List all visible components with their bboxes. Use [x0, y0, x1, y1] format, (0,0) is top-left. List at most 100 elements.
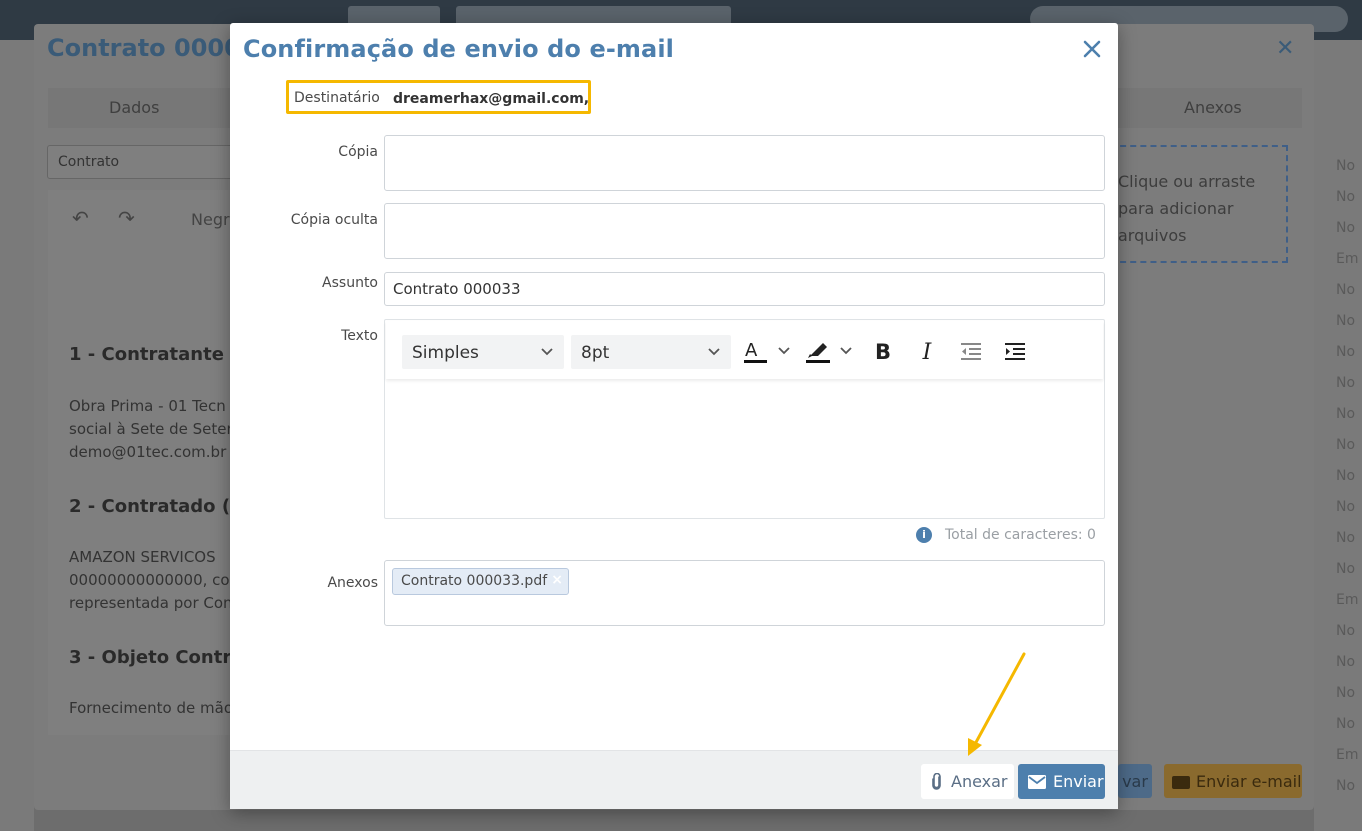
font-family-value: Simples	[412, 343, 479, 363]
attachment-filename: Contrato 000033.pdf	[401, 573, 548, 589]
attachment-chip[interactable]: Contrato 000033.pdf ×	[392, 568, 569, 595]
body-label: Texto	[341, 328, 378, 344]
right-column-item: Em	[1336, 251, 1359, 267]
dropzone-line: Clique ou arraste	[1118, 172, 1256, 191]
app-sidebar	[0, 40, 34, 831]
right-column-item: No	[1336, 778, 1356, 794]
background-close-icon[interactable]: ✕	[1276, 36, 1294, 61]
text-color-button[interactable]: A	[742, 335, 798, 369]
indent-icon	[1005, 343, 1025, 360]
template-select[interactable]: Contrato	[47, 145, 237, 179]
editor-content-area[interactable]	[385, 380, 1104, 518]
app-right-column: No No No Em No No No No No No No No No No Em No No No No Em…	[1314, 40, 1362, 831]
send-email-label: Enviar e-mail	[1196, 772, 1302, 791]
cc-label: Cópia	[338, 144, 378, 160]
send-email-button[interactable]: Enviar e-mail	[1164, 764, 1302, 798]
cc-input[interactable]	[385, 136, 1104, 190]
attachments-field[interactable]: Contrato 000033.pdf ×	[384, 560, 1105, 626]
section-line: 00000000000000, cor	[69, 571, 236, 589]
recipient-highlight: Destinatário dreamerhax@gmail.com,	[286, 80, 591, 114]
highlight-button[interactable]	[804, 335, 860, 369]
paperclip-icon	[932, 772, 941, 790]
right-column-item: No	[1336, 561, 1356, 577]
undo-icon[interactable]: ↶	[72, 206, 89, 230]
bcc-label: Cópia oculta	[290, 212, 378, 228]
subject-label: Assunto	[322, 275, 378, 291]
right-column-item: No	[1336, 189, 1356, 205]
right-column-item: No	[1336, 530, 1356, 546]
body-editor[interactable]: Simples 8pt A B I	[384, 319, 1105, 519]
right-column-item: No	[1336, 158, 1356, 174]
attach-button-label: Anexar	[951, 772, 1008, 791]
right-column-item: No	[1336, 282, 1356, 298]
right-column-item: No	[1336, 623, 1356, 639]
right-column-item: No	[1336, 716, 1356, 732]
section-line: AMAZON SERVICOS	[69, 548, 216, 566]
background-modal-title: Contrato 00003	[47, 34, 258, 62]
chevron-down-icon	[541, 348, 553, 356]
annotation-arrow-icon	[968, 652, 1026, 756]
right-column-item: Em	[1336, 747, 1359, 763]
right-column-item: No	[1336, 499, 1356, 515]
section-line: representada por Con	[69, 594, 233, 612]
section-line: social à Sete de Seter	[69, 420, 233, 438]
chevron-down-icon	[708, 348, 720, 356]
right-column-item: Em	[1336, 592, 1359, 608]
recipient-value: dreamerhax@gmail.com,	[393, 91, 590, 107]
send-button[interactable]: Enviar	[1018, 764, 1105, 799]
close-icon[interactable]	[1080, 37, 1104, 61]
remove-attachment-icon[interactable]: ×	[551, 572, 563, 588]
section-line: demo@01tec.com.br	[69, 443, 227, 461]
dropzone-text: Clique ou arraste para adicionar arquivo…	[1118, 168, 1255, 249]
dropzone-line: para adicionar	[1118, 199, 1234, 218]
bold-icon: B	[874, 340, 891, 364]
cc-field[interactable]	[384, 135, 1105, 191]
background-save-button[interactable]: var	[1118, 764, 1152, 798]
dialog-title: Confirmação de envio do e-mail	[243, 35, 674, 63]
subject-field[interactable]	[384, 272, 1105, 306]
right-column-item: No	[1336, 313, 1356, 329]
right-column-item: No	[1336, 375, 1356, 391]
character-count: i Total de caracteres: 0	[916, 527, 1096, 543]
envelope-icon	[1028, 774, 1046, 789]
attach-button[interactable]: Anexar	[921, 764, 1014, 799]
font-size-select[interactable]: 8pt	[571, 335, 731, 369]
bcc-field[interactable]	[384, 203, 1105, 259]
recipient-label: Destinatário	[294, 90, 380, 106]
indent-button[interactable]	[1002, 335, 1028, 369]
outdent-icon	[961, 343, 981, 360]
tab-anexos[interactable]: Anexos	[1184, 98, 1242, 117]
character-count-text: Total de caracteres: 0	[945, 527, 1096, 543]
section-heading: 2 - Contratado (a	[69, 496, 243, 517]
bcc-input[interactable]	[385, 204, 1104, 258]
font-family-select[interactable]: Simples	[402, 335, 564, 369]
right-column-item: No	[1336, 406, 1356, 422]
right-column-item: No	[1336, 468, 1356, 484]
italic-icon: I	[922, 339, 932, 365]
section-line: Obra Prima - 01 Tecn	[69, 397, 226, 415]
redo-icon[interactable]: ↷	[118, 206, 135, 230]
info-icon: i	[916, 527, 932, 543]
svg-text:A: A	[745, 340, 758, 361]
highlight-icon	[806, 343, 852, 363]
font-size-value: 8pt	[581, 343, 610, 363]
right-column-item: No	[1336, 437, 1356, 453]
editor-toolbar: Simples 8pt A B I	[386, 321, 1103, 379]
dropzone-line: arquivos	[1118, 226, 1187, 245]
italic-button[interactable]: I	[914, 335, 940, 369]
background-toolbar-font[interactable]: Negr	[191, 210, 230, 229]
right-column-item: No	[1336, 685, 1356, 701]
bold-button[interactable]: B	[870, 335, 896, 369]
right-column-item: No	[1336, 344, 1356, 360]
envelope-icon	[1172, 776, 1190, 789]
tab-dados[interactable]: Dados	[109, 98, 159, 117]
text-color-icon: A	[744, 340, 790, 363]
outdent-button[interactable]	[958, 335, 984, 369]
section-heading: 1 - Contratante	[69, 344, 224, 365]
right-column-item: No	[1336, 220, 1356, 236]
attachments-label: Anexos	[327, 575, 378, 591]
right-column-item: No	[1336, 654, 1356, 670]
send-button-label: Enviar	[1053, 772, 1104, 791]
subject-input[interactable]	[385, 273, 1104, 305]
section-heading: 3 - Objeto Contra	[69, 647, 244, 668]
